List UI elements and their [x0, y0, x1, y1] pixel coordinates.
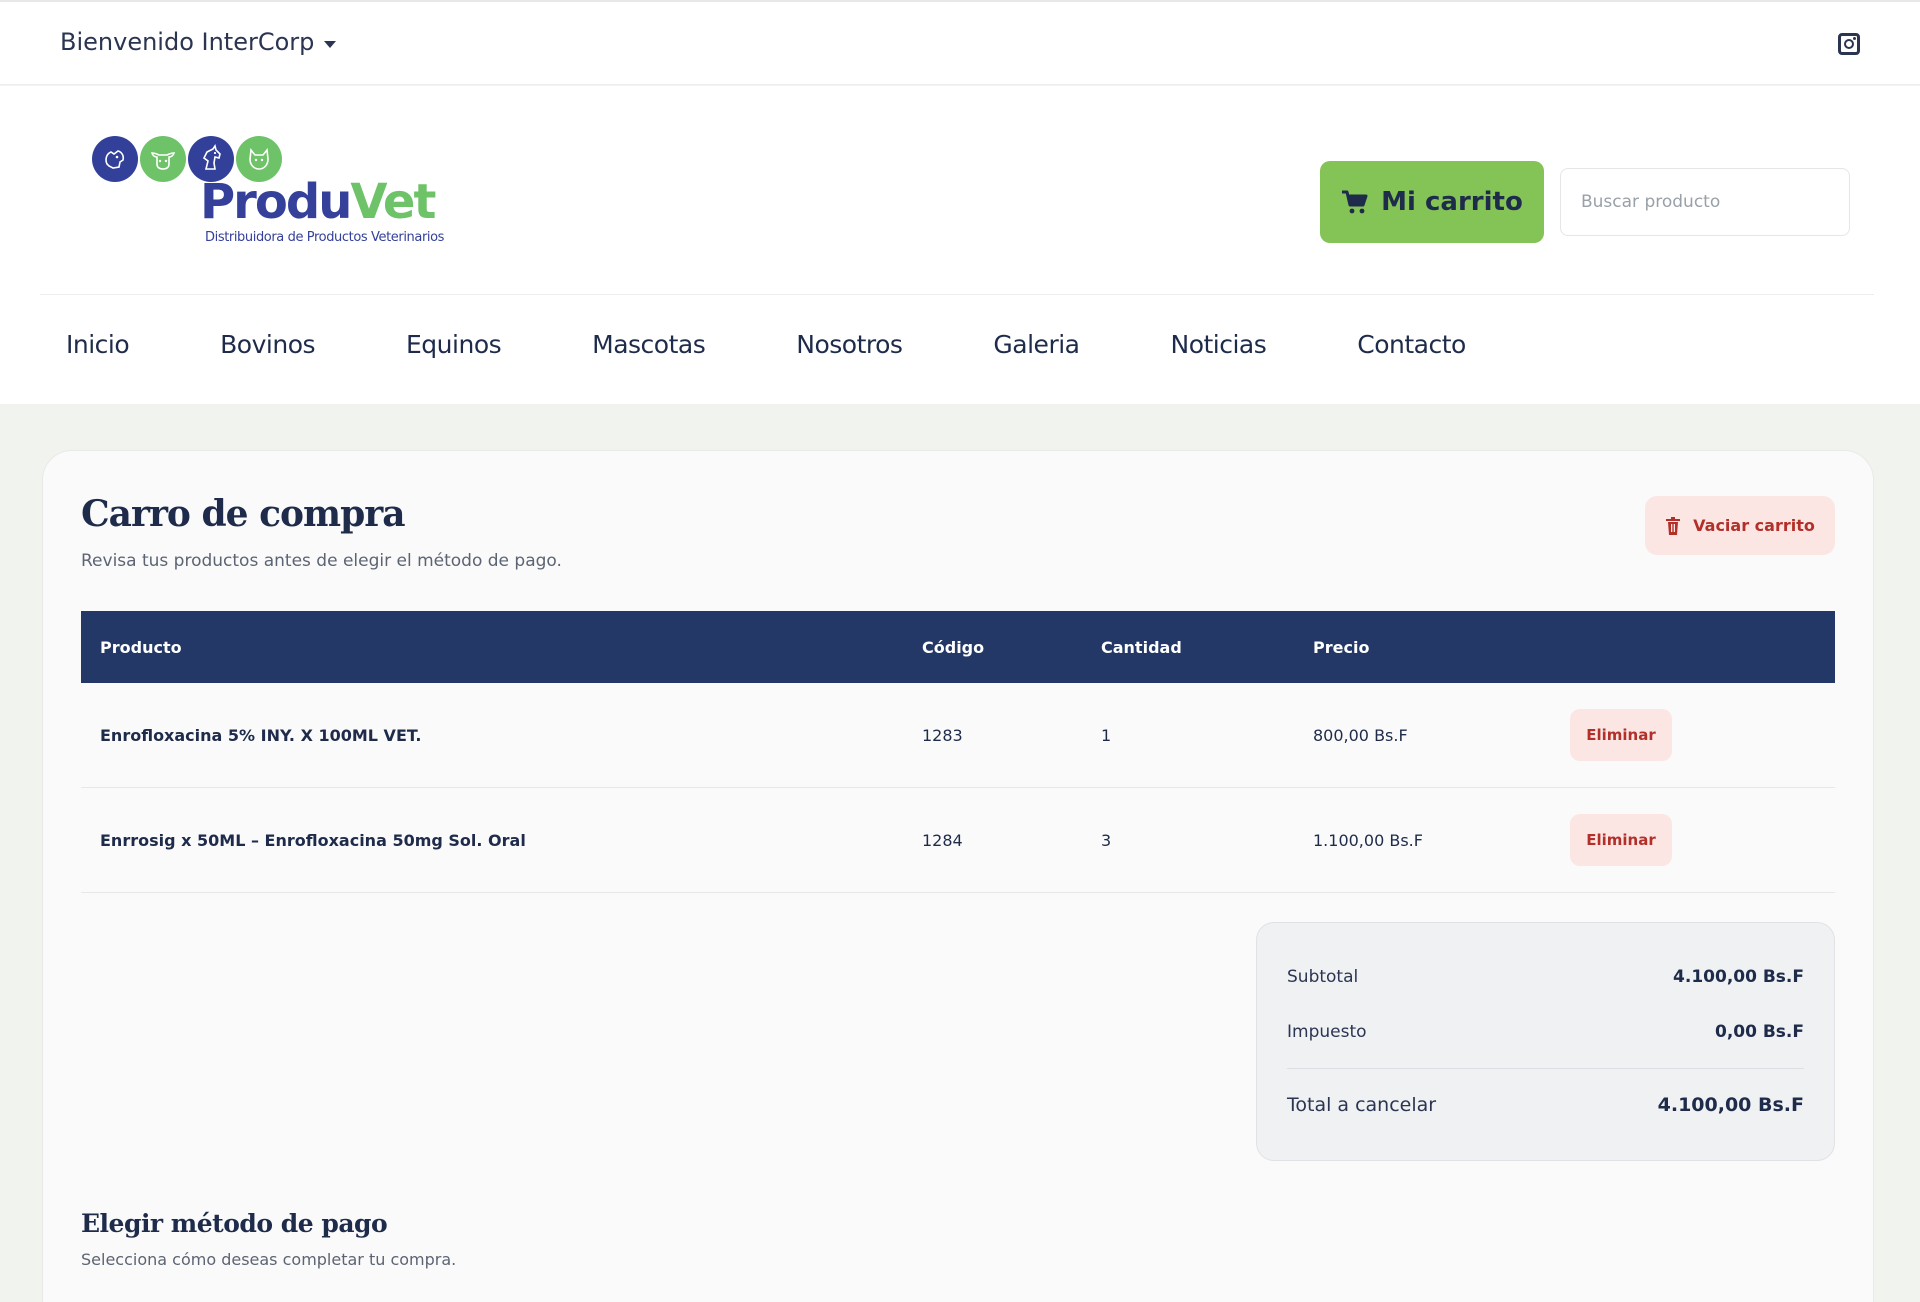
table-row: Enrrosig x 50ML – Enrofloxacina 50mg Sol… [81, 788, 1835, 893]
nav-item-noticias[interactable]: Noticias [1171, 330, 1267, 359]
nav-item-contacto[interactable]: Contacto [1357, 330, 1466, 359]
column-header-price: Precio [1313, 637, 1370, 657]
order-summary: Subtotal 4.100,00 Bs.F Impuesto 0,00 Bs.… [1256, 922, 1835, 1161]
produvet-logo[interactable]: ProduVet Distribuidora de Productos Vete… [92, 136, 444, 261]
cart-icon [1342, 190, 1368, 214]
row-actions: Eliminar [1570, 814, 1835, 866]
nav-item-nosotros[interactable]: Nosotros [796, 330, 903, 359]
product-quantity: 3 [1101, 830, 1112, 850]
table-header: Producto Código Cantidad Precio [81, 611, 1835, 683]
header-divider [40, 294, 1874, 295]
row-actions: Eliminar [1570, 709, 1835, 761]
main-nav: Inicio Bovinos Equinos Mascotas Nosotros… [66, 330, 1557, 359]
product-price: 1.100,00 Bs.F [1313, 830, 1423, 850]
cow-icon [140, 136, 186, 182]
subtotal-value: 4.100,00 Bs.F [1673, 967, 1804, 987]
nav-item-mascotas[interactable]: Mascotas [592, 330, 706, 359]
payment-method-title: Elegir método de pago [81, 1209, 388, 1238]
column-header-quantity: Cantidad [1101, 637, 1182, 657]
summary-divider [1287, 1068, 1804, 1069]
column-header-product: Producto [100, 637, 182, 657]
empty-cart-label: Vaciar carrito [1693, 516, 1815, 535]
cart-card: Carro de compra Revisa tus productos ant… [42, 450, 1874, 1302]
total-label: Total a cancelar [1287, 1094, 1437, 1116]
logo-wordmark: ProduVet [200, 174, 436, 230]
trash-icon [1666, 516, 1681, 535]
my-cart-label: Mi carrito [1381, 187, 1523, 217]
top-bar: Bienvenido InterCorp [0, 0, 1920, 85]
page-title: Carro de compra [81, 493, 406, 535]
caret-down-icon [324, 40, 337, 48]
account-menu[interactable]: Bienvenido InterCorp [60, 28, 337, 56]
column-header-code: Código [922, 637, 985, 657]
nav-item-inicio[interactable]: Inicio [66, 330, 130, 359]
table-row: Enrofloxacina 5% INY. X 100ML VET. 1283 … [81, 683, 1835, 788]
product-name: Enrofloxacina 5% INY. X 100ML VET. [100, 725, 422, 745]
cart-table: Producto Código Cantidad Precio Enroflox… [81, 611, 1835, 893]
search-input[interactable] [1560, 168, 1850, 236]
summary-total: Total a cancelar 4.100,00 Bs.F [1287, 1094, 1804, 1116]
nav-item-bovinos[interactable]: Bovinos [220, 330, 315, 359]
subtotal-label: Subtotal [1287, 967, 1359, 987]
welcome-text: Bienvenido InterCorp [60, 28, 315, 56]
summary-tax: Impuesto 0,00 Bs.F [1287, 1022, 1804, 1042]
tax-label: Impuesto [1287, 1022, 1367, 1042]
site-header: ProduVet Distribuidora de Productos Vete… [0, 86, 1920, 404]
payment-method-subtitle: Selecciona cómo deseas completar tu comp… [81, 1250, 457, 1269]
product-quantity: 1 [1101, 725, 1112, 745]
product-code: 1283 [922, 725, 963, 745]
dog-icon [92, 136, 138, 182]
nav-item-galeria[interactable]: Galeria [993, 330, 1080, 359]
nav-item-equinos[interactable]: Equinos [406, 330, 502, 359]
tax-value: 0,00 Bs.F [1714, 1022, 1804, 1042]
product-name: Enrrosig x 50ML – Enrofloxacina 50mg Sol… [100, 830, 526, 850]
product-code: 1284 [922, 830, 963, 850]
empty-cart-button[interactable]: Vaciar carrito [1645, 496, 1835, 555]
my-cart-button[interactable]: Mi carrito [1320, 161, 1544, 243]
total-value: 4.100,00 Bs.F [1657, 1094, 1804, 1116]
product-price: 800,00 Bs.F [1313, 725, 1408, 745]
summary-subtotal: Subtotal 4.100,00 Bs.F [1287, 967, 1804, 987]
remove-item-button[interactable]: Eliminar [1570, 814, 1672, 866]
page-subtitle: Revisa tus productos antes de elegir el … [81, 551, 562, 571]
remove-item-button[interactable]: Eliminar [1570, 709, 1672, 761]
logo-tagline: Distribuidora de Productos Veterinarios [205, 230, 445, 245]
instagram-icon[interactable] [1838, 33, 1860, 55]
